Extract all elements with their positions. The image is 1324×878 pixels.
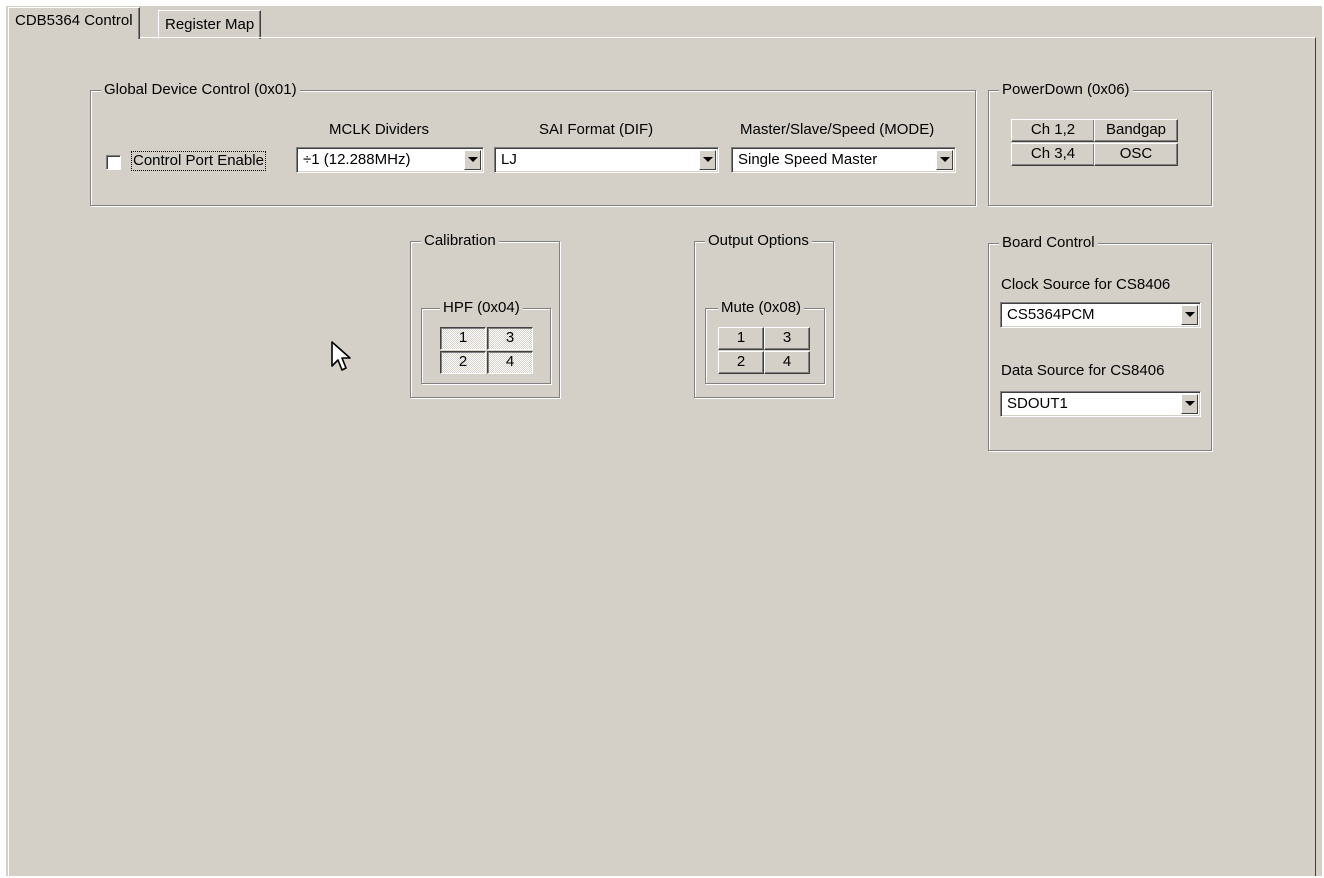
data-source-label: Data Source for CS8406 (1001, 362, 1165, 379)
mode-select[interactable]: Single Speed Master (731, 147, 956, 173)
hpf-4-button[interactable]: 4 (487, 351, 533, 374)
sai-format-select[interactable]: LJ (494, 147, 719, 173)
hpf-title: HPF (0x04) (440, 299, 523, 317)
mode-value: Single Speed Master (738, 151, 878, 168)
board-control-title: Board Control (999, 234, 1098, 252)
calibration-group: Calibration HPF (0x04) 1 3 2 4 (410, 232, 560, 398)
global-device-control-group: Global Device Control (0x01) Control Por… (90, 81, 976, 206)
clock-source-label: Clock Source for CS8406 (1001, 276, 1171, 293)
board-control-group: Board Control Clock Source for CS8406 CS… (988, 234, 1212, 451)
mclk-dividers-label: MCLK Dividers (329, 121, 430, 138)
chevron-down-icon[interactable] (699, 150, 716, 170)
powerdown-title: PowerDown (0x06) (999, 81, 1133, 99)
calibration-title: Calibration (421, 232, 499, 250)
tab-page: Global Device Control (0x01) Control Por… (8, 37, 1316, 876)
mclk-dividers-select[interactable]: ÷1 (12.288MHz) (296, 147, 484, 173)
mute-2-button[interactable]: 2 (718, 351, 764, 374)
powerdown-group: PowerDown (0x06) Ch 1,2 Bandgap Ch 3,4 O… (988, 81, 1212, 206)
powerdown-ch12-button[interactable]: Ch 1,2 (1011, 119, 1095, 142)
chevron-down-icon[interactable] (1181, 394, 1198, 414)
arrow-cursor-icon (331, 341, 351, 371)
powerdown-osc-button[interactable]: OSC (1094, 143, 1178, 166)
control-port-enable-checkbox[interactable] (106, 155, 121, 170)
control-port-enable-label[interactable]: Control Port Enable (131, 151, 266, 171)
sai-format-label: SAI Format (DIF) (539, 121, 654, 138)
powerdown-ch34-button[interactable]: Ch 3,4 (1011, 143, 1095, 166)
data-source-value: SDOUT1 (1007, 395, 1068, 412)
hpf-3-button[interactable]: 3 (487, 327, 533, 350)
clock-source-select[interactable]: CS5364PCM (1000, 302, 1201, 328)
mclk-dividers-value: ÷1 (12.288MHz) (303, 151, 411, 168)
tab-register-map[interactable]: Register Map (158, 10, 262, 39)
mute-1-button[interactable]: 1 (718, 327, 764, 350)
mute-4-button[interactable]: 4 (764, 351, 810, 374)
chevron-down-icon[interactable] (1181, 305, 1198, 325)
mute-group: Mute (0x08) 1 3 2 4 (705, 299, 825, 384)
sai-format-value: LJ (501, 151, 517, 168)
hpf-group: HPF (0x04) 1 3 2 4 (421, 299, 551, 384)
tab-strip: CDB5364 Control Register Map (6, 6, 1322, 39)
global-device-control-title: Global Device Control (0x01) (101, 81, 300, 99)
hpf-2-button[interactable]: 2 (440, 351, 486, 374)
mode-label: Master/Slave/Speed (MODE) (740, 121, 935, 138)
mute-3-button[interactable]: 3 (764, 327, 810, 350)
output-options-title: Output Options (705, 232, 812, 250)
powerdown-bandgap-button[interactable]: Bandgap (1094, 119, 1178, 142)
hpf-1-button[interactable]: 1 (440, 327, 486, 350)
chevron-down-icon[interactable] (936, 150, 953, 170)
chevron-down-icon[interactable] (464, 150, 481, 170)
output-options-group: Output Options Mute (0x08) 1 3 2 4 (694, 232, 834, 398)
app-window: CDB5364 Control Register Map Global Devi… (6, 6, 1322, 876)
data-source-select[interactable]: SDOUT1 (1000, 391, 1201, 417)
mute-title: Mute (0x08) (718, 299, 805, 317)
tab-cdb5364-control[interactable]: CDB5364 Control (8, 7, 140, 39)
clock-source-value: CS5364PCM (1007, 306, 1095, 323)
